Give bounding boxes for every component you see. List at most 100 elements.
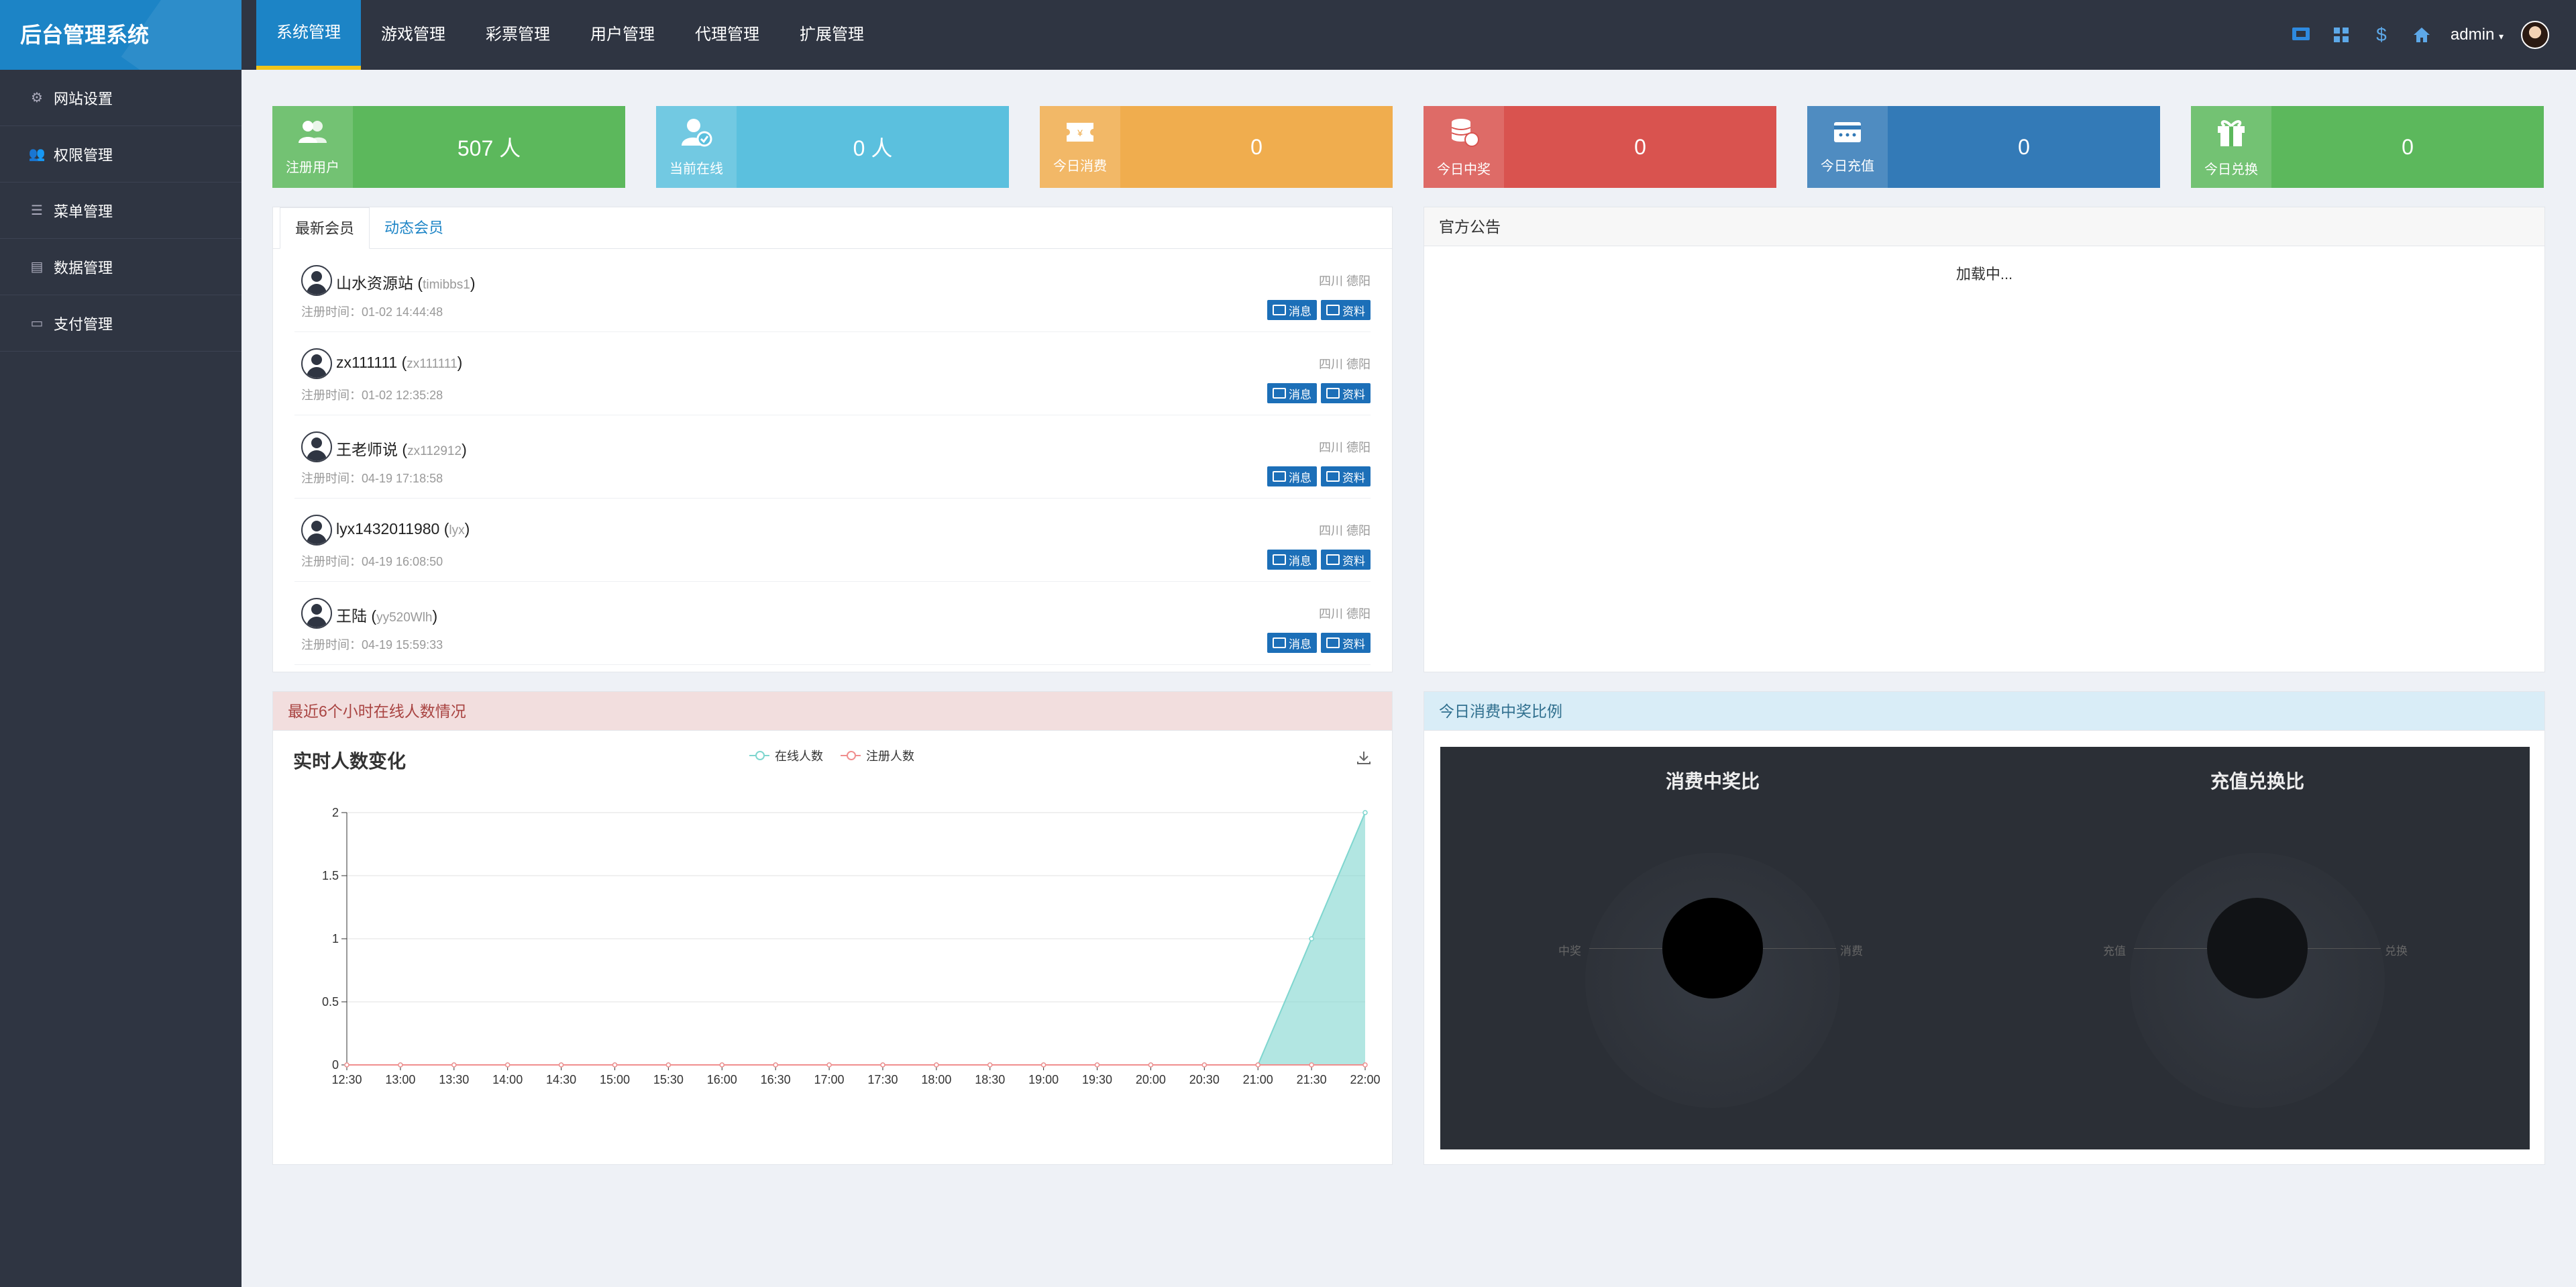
data-point[interactable] bbox=[1094, 1062, 1100, 1068]
profile-button[interactable]: 资料 bbox=[1321, 633, 1371, 653]
stat-today-winnings[interactable]: 今日中奖 0 bbox=[1424, 106, 1776, 188]
member-actions: 消息 资料 bbox=[1267, 633, 1371, 653]
stat-today-exchange[interactable]: 今日兑换 0 bbox=[2191, 106, 2544, 188]
ticket-icon: ¥ bbox=[1064, 120, 1096, 150]
data-point[interactable] bbox=[1309, 936, 1314, 941]
legend-label: 在线人数 bbox=[775, 750, 823, 763]
pie-slice[interactable] bbox=[1662, 898, 1763, 998]
data-point[interactable] bbox=[558, 1062, 564, 1068]
data-point[interactable] bbox=[934, 1062, 939, 1068]
data-point[interactable] bbox=[451, 1062, 457, 1068]
profile-button[interactable]: 资料 bbox=[1321, 550, 1371, 570]
admin-menu[interactable]: admin ▾ bbox=[2451, 25, 2504, 44]
download-icon[interactable] bbox=[1356, 750, 1372, 770]
stat-registered-users[interactable]: 注册用户 507 人 bbox=[272, 106, 625, 188]
profile-button[interactable]: 资料 bbox=[1321, 466, 1371, 486]
member-name[interactable]: 山水资源站 (timibbs1) bbox=[336, 270, 475, 293]
data-point[interactable] bbox=[1201, 1062, 1208, 1068]
data-point[interactable] bbox=[987, 1062, 993, 1068]
legend-registered[interactable]: 注册人数 bbox=[841, 747, 914, 764]
pie-slice[interactable] bbox=[2207, 898, 2308, 998]
grid-icon[interactable] bbox=[2330, 23, 2353, 46]
button-label: 资料 bbox=[1342, 305, 1365, 318]
sidebar-item-menus[interactable]: ☰ 菜单管理 bbox=[0, 183, 241, 239]
app-logo[interactable]: 后台管理系统 bbox=[0, 0, 241, 70]
legend-online[interactable]: 在线人数 bbox=[749, 747, 823, 764]
member-row: lyx1432011980 (lyx) 注册时间：04-19 16:08:50 四川… bbox=[294, 499, 1371, 582]
member-name[interactable]: 王陆 (yy520Wlh) bbox=[336, 603, 437, 626]
top-tab-extensions[interactable]: 扩展管理 bbox=[780, 0, 884, 70]
button-label: 消息 bbox=[1289, 305, 1311, 318]
member-avatar bbox=[301, 515, 332, 546]
member-name[interactable]: 王老师说 (zx112912) bbox=[336, 437, 467, 460]
member-actions: 消息 资料 bbox=[1267, 300, 1371, 320]
stat-value: 0 bbox=[1634, 134, 1646, 159]
admin-name: admin bbox=[2450, 25, 2495, 44]
x-tick-label: 20:30 bbox=[1189, 1073, 1220, 1086]
loading-text: 加载中... bbox=[1955, 266, 2013, 282]
tab-latest-members[interactable]: 最新会员 bbox=[280, 207, 370, 249]
x-tick-label: 15:00 bbox=[600, 1073, 630, 1086]
top-tab-system[interactable]: 系统管理 bbox=[256, 0, 361, 70]
sidebar-item-site-settings[interactable]: ⚙ 网站设置 bbox=[0, 70, 241, 126]
top-tab-agents[interactable]: 代理管理 bbox=[675, 0, 780, 70]
stat-value: 0 bbox=[1250, 134, 1263, 159]
x-tick-label: 15:30 bbox=[653, 1073, 684, 1086]
data-point[interactable] bbox=[1148, 1062, 1154, 1068]
data-point[interactable] bbox=[880, 1062, 885, 1068]
data-point[interactable] bbox=[504, 1062, 511, 1068]
data-point[interactable] bbox=[1362, 1062, 1368, 1068]
data-point[interactable] bbox=[1040, 1062, 1046, 1068]
top-nav: 系统管理 游戏管理 彩票管理 用户管理 代理管理 扩展管理 bbox=[256, 0, 884, 70]
envelope-icon bbox=[1273, 554, 1286, 565]
member-location: 四川 德阳 bbox=[1318, 274, 1371, 288]
member-name-text: zx111111 bbox=[336, 354, 398, 371]
data-point[interactable] bbox=[665, 1062, 672, 1068]
sidebar-item-payment[interactable]: ▭ 支付管理 bbox=[0, 295, 241, 352]
member-name[interactable]: lyx1432011980 (lyx) bbox=[336, 520, 470, 538]
data-point[interactable] bbox=[773, 1062, 778, 1068]
dollar-icon[interactable]: $ bbox=[2370, 23, 2393, 46]
message-button[interactable]: 消息 bbox=[1267, 550, 1317, 570]
monitor-icon[interactable] bbox=[2290, 23, 2312, 46]
data-point[interactable] bbox=[1255, 1062, 1260, 1068]
stat-today-spend[interactable]: ¥ 今日消费 0 bbox=[1040, 106, 1393, 188]
stat-label: 注册用户 bbox=[286, 160, 339, 175]
data-point[interactable] bbox=[826, 1062, 832, 1068]
sidebar-item-label: 支付管理 bbox=[54, 315, 113, 333]
data-point[interactable] bbox=[344, 1062, 350, 1068]
stat-label: 当前在线 bbox=[669, 161, 723, 176]
top-tab-games[interactable]: 游戏管理 bbox=[361, 0, 466, 70]
ratio-charts: 消费中奖比 中奖 消费 充值兑换比 充值 兑换 bbox=[1440, 747, 2530, 1149]
member-avatar bbox=[301, 431, 332, 462]
top-tab-users[interactable]: 用户管理 bbox=[570, 0, 675, 70]
profile-button[interactable]: 资料 bbox=[1321, 300, 1371, 320]
tab-active-members[interactable]: 动态会员 bbox=[370, 207, 458, 249]
member-name[interactable]: zx111111 (zx111111) bbox=[336, 354, 462, 372]
sidebar-item-permissions[interactable]: 👥 权限管理 bbox=[0, 126, 241, 183]
member-actions: 消息 资料 bbox=[1267, 383, 1371, 403]
member-row: zx111111 (zx111111) 注册时间：01-02 12:35:28 四川… bbox=[294, 332, 1371, 415]
sidebar-item-data[interactable]: ▤ 数据管理 bbox=[0, 239, 241, 295]
home-icon[interactable] bbox=[2410, 23, 2433, 46]
top-tab-lottery[interactable]: 彩票管理 bbox=[466, 0, 570, 70]
ratio-panel: 今日消费中奖比例 消费中奖比 中奖 消费 充值兑换比 充值 兑换 bbox=[1424, 691, 2545, 1165]
pie-label-win: 中奖 bbox=[1558, 945, 1581, 958]
data-point[interactable] bbox=[719, 1062, 725, 1068]
data-point[interactable] bbox=[612, 1062, 618, 1068]
data-point[interactable] bbox=[398, 1062, 403, 1068]
message-button[interactable]: 消息 bbox=[1267, 633, 1317, 653]
data-point[interactable] bbox=[1309, 1062, 1314, 1068]
message-button[interactable]: 消息 bbox=[1267, 383, 1317, 403]
button-label: 消息 bbox=[1289, 554, 1311, 568]
button-label: 资料 bbox=[1342, 554, 1365, 568]
message-button[interactable]: 消息 bbox=[1267, 466, 1317, 486]
user-avatar[interactable] bbox=[2521, 21, 2549, 49]
message-button[interactable]: 消息 bbox=[1267, 300, 1317, 320]
stat-today-recharge[interactable]: 今日充值 0 bbox=[1807, 106, 2160, 188]
pie-spend-win: 消费中奖比 中奖 消费 bbox=[1440, 747, 1985, 1149]
data-point[interactable] bbox=[1362, 810, 1368, 815]
stat-online-now[interactable]: 当前在线 0 人 bbox=[656, 106, 1009, 188]
y-tick-label: 1.5 bbox=[322, 869, 339, 882]
profile-button[interactable]: 资料 bbox=[1321, 383, 1371, 403]
